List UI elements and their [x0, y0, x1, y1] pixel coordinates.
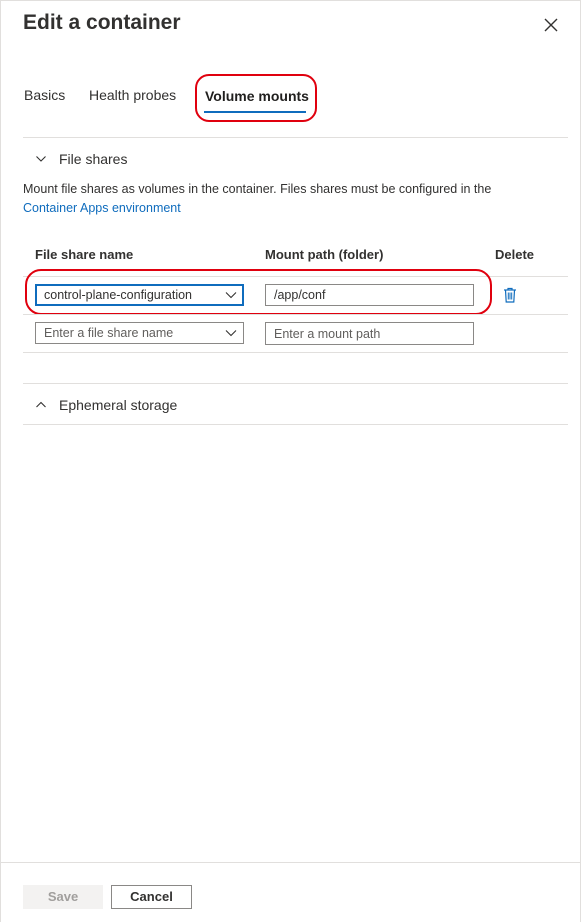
- ephemeral-storage-section-toggle[interactable]: Ephemeral storage: [23, 394, 323, 418]
- trash-icon[interactable]: [503, 287, 517, 303]
- section-divider: [23, 383, 568, 384]
- tab-basics[interactable]: Basics: [24, 87, 65, 103]
- footer-divider: [1, 862, 580, 863]
- tabs-divider: [23, 137, 568, 138]
- column-header-mount-path: Mount path (folder): [265, 247, 384, 262]
- container-apps-environment-link[interactable]: Container Apps environment: [23, 201, 181, 215]
- file-shares-description: Mount file shares as volumes in the cont…: [23, 180, 563, 218]
- ephemeral-storage-divider: [23, 424, 568, 425]
- edit-container-panel: Edit a container Basics Health probes Vo…: [0, 0, 581, 922]
- file-shares-section-toggle[interactable]: File shares: [23, 148, 323, 172]
- close-icon[interactable]: [541, 15, 561, 35]
- file-share-name-placeholder: Enter a file share name: [44, 326, 174, 340]
- mount-path-placeholder: Enter a mount path: [274, 327, 381, 341]
- file-shares-section-label: File shares: [59, 151, 128, 167]
- annotation-circle-row: [25, 269, 492, 315]
- cancel-button[interactable]: Cancel: [111, 885, 192, 909]
- column-header-file-share-name: File share name: [35, 247, 134, 262]
- chevron-up-icon: [36, 401, 46, 408]
- save-button[interactable]: Save: [23, 885, 103, 909]
- file-shares-description-text: Mount file shares as volumes in the cont…: [23, 182, 492, 196]
- new-mount-path-input[interactable]: Enter a mount path: [265, 322, 474, 345]
- chevron-down-icon: [225, 330, 237, 337]
- annotation-circle-tab: [195, 74, 317, 122]
- column-header-delete: Delete: [495, 247, 535, 262]
- new-file-share-name-dropdown[interactable]: Enter a file share name: [35, 322, 244, 344]
- ephemeral-storage-section-label: Ephemeral storage: [59, 397, 178, 413]
- row-divider-1: [23, 314, 568, 315]
- row-divider-2: [23, 352, 568, 353]
- chevron-down-icon: [36, 156, 46, 162]
- tab-health-probes[interactable]: Health probes: [89, 87, 176, 103]
- panel-title: Edit a container: [23, 11, 181, 34]
